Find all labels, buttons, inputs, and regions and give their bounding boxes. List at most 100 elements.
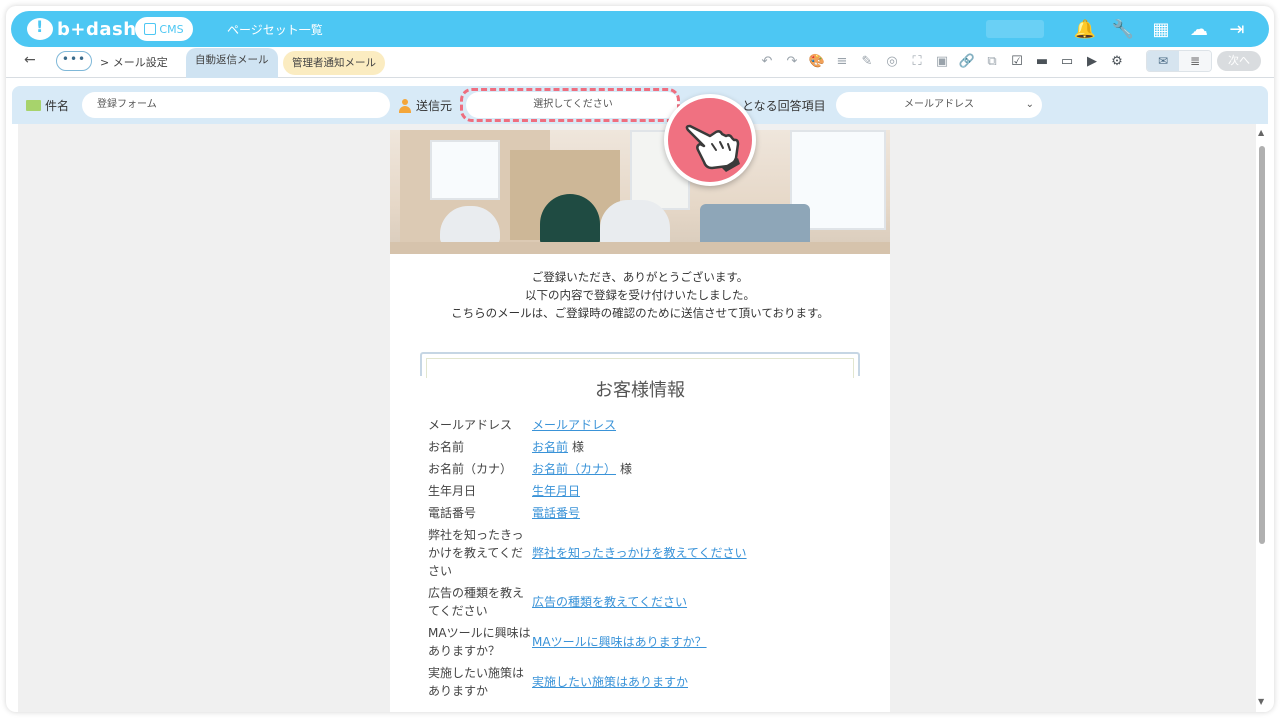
- more-breadcrumb-button[interactable]: •••: [56, 51, 92, 71]
- customer-info-title: お客様情報: [595, 380, 685, 401]
- palette-icon[interactable]: 🎨: [808, 52, 826, 70]
- info-value-link[interactable]: お名前（カナ）: [532, 460, 616, 478]
- logo-bubble-icon: [27, 17, 53, 40]
- play-icon[interactable]: ▶: [1083, 52, 1101, 70]
- info-value-link[interactable]: メールアドレス: [532, 416, 616, 434]
- scroll-up-icon[interactable]: ▲: [1258, 128, 1264, 137]
- hand-cursor-svg: [685, 124, 740, 172]
- info-value-link[interactable]: 広告の種類を教えてください: [532, 593, 687, 611]
- info-row: お名前 お名前 様: [428, 438, 868, 456]
- subject-label-text: 件名: [45, 99, 70, 113]
- text-view-icon[interactable]: ≣: [1179, 51, 1211, 71]
- greeting-line: ご登録いただき、ありがとうございます。: [531, 270, 749, 284]
- customer-info-list: メールアドレス メールアドレス お名前 お名前 様 お名前（カナ） お名前（カナ…: [428, 416, 868, 704]
- target-field-label: となる回答項目: [742, 99, 826, 113]
- info-key: 広告の種類を教えてください: [428, 586, 525, 618]
- info-key: 生年月日: [428, 484, 477, 498]
- page-set-link[interactable]: ページセット一覧: [227, 21, 323, 38]
- info-value-link[interactable]: お名前: [532, 438, 568, 456]
- info-row: 実施したい施策はありますか 実施したい施策はありますか: [428, 664, 868, 700]
- info-row: お名前（カナ） お名前（カナ） 様: [428, 460, 868, 478]
- subject-input[interactable]: 登録フォーム: [82, 92, 390, 118]
- align-icon[interactable]: ≡: [833, 52, 851, 70]
- info-key: お名前: [428, 440, 465, 454]
- target-icon[interactable]: ◎: [883, 52, 901, 70]
- honorific: 様: [572, 440, 585, 454]
- vertical-scrollbar[interactable]: ▲ ▼: [1256, 124, 1268, 712]
- chevron-down-icon: ⌄: [1025, 99, 1034, 110]
- mail-view-icon[interactable]: ✉: [1147, 51, 1179, 71]
- top-bar: b+dash CMS ページセット一覧 🔔 🔧 ▦ ☁ ⇥: [11, 11, 1269, 47]
- wrench-icon[interactable]: 🔧: [1111, 17, 1135, 41]
- greeting-line: 以下の内容で登録を受け付けいたしました。: [525, 288, 755, 302]
- info-row: 生年月日 生年月日: [428, 482, 868, 500]
- info-key: 電話番号: [428, 506, 477, 520]
- sender-label: 送信元: [398, 97, 452, 114]
- edit-icon: [144, 23, 157, 35]
- target-field-select[interactable]: メールアドレス ⌄: [836, 92, 1042, 118]
- redo-icon[interactable]: ↷: [783, 52, 801, 70]
- link-icon[interactable]: 🔗: [958, 52, 976, 70]
- info-value-link[interactable]: 実施したい施策はありますか: [532, 673, 688, 691]
- target-field-value: メールアドレス: [904, 99, 974, 110]
- divider-icon[interactable]: ▬: [1033, 52, 1051, 70]
- window-icon[interactable]: ▭: [1058, 52, 1076, 70]
- person-icon: [398, 98, 412, 113]
- cloud-icon[interactable]: ☁: [1187, 17, 1211, 41]
- info-key: 弊社を知ったきっかけを教えてください: [428, 528, 524, 578]
- mail-preview-area: ご登録いただき、ありがとうございます。 以下の内容で登録を受け付けいたしました。…: [18, 124, 1256, 712]
- info-key: 実施したい施策はありますか: [428, 666, 525, 698]
- info-row: メールアドレス メールアドレス: [428, 416, 868, 434]
- copy-image-icon[interactable]: ⧉: [983, 52, 1001, 70]
- info-row: 電話番号 電話番号: [428, 504, 868, 522]
- honorific: 様: [620, 462, 633, 476]
- scroll-down-icon[interactable]: ▼: [1258, 697, 1264, 706]
- back-arrow-icon[interactable]: ←: [24, 52, 36, 68]
- undo-icon[interactable]: ↶: [758, 52, 776, 70]
- pointer-hand-icon: [664, 94, 756, 186]
- gear-icon[interactable]: ⚙: [1108, 52, 1126, 70]
- hero-image: [390, 130, 890, 254]
- tab-auto-reply-mail[interactable]: 自動返信メール: [186, 48, 278, 78]
- image-icon[interactable]: ▣: [933, 52, 951, 70]
- greeting-line: こちらのメールは、ご登録時の確認のために送信させて頂いております。: [451, 306, 829, 320]
- info-value-link[interactable]: 電話番号: [532, 504, 580, 522]
- sender-label-text: 送信元: [416, 99, 453, 113]
- sender-highlight-outline: [460, 88, 680, 122]
- editor-toolbar: ↶ ↷ 🎨 ≡ ✎ ◎ ⛶ ▣ 🔗 ⧉ ☑ ▬ ▭ ▶ ⚙: [758, 52, 1126, 70]
- pen-icon[interactable]: ✎: [858, 52, 876, 70]
- info-row: MAツールに興味はありますか？ MAツールに興味はありますか？: [428, 624, 868, 660]
- info-box-frame: [420, 352, 860, 378]
- next-button[interactable]: 次へ: [1217, 51, 1261, 71]
- info-key: お名前（カナ）: [428, 462, 513, 476]
- tab-admin-notify-mail[interactable]: 管理者通知メール: [283, 51, 385, 75]
- info-row: 広告の種類を教えてください 広告の種類を教えてください: [428, 584, 868, 620]
- cms-badge[interactable]: CMS: [135, 17, 193, 41]
- breadcrumb-current: > メール設定: [100, 56, 168, 69]
- info-value-link[interactable]: MAツールに興味はありますか？: [532, 633, 707, 651]
- subject-label: 件名: [26, 97, 69, 114]
- sub-bar: ← ••• > メール設定 自動返信メール 管理者通知メール ↶ ↷ 🎨 ≡ ✎…: [6, 48, 1274, 78]
- app-window: b+dash CMS ページセット一覧 🔔 🔧 ▦ ☁ ⇥ ← ••• > メー…: [6, 6, 1274, 712]
- grid-icon[interactable]: ▦: [1149, 17, 1173, 41]
- mail-settings-bar: 件名 登録フォーム 送信元 選択してください となる回答項目 メールアドレス ⌄: [12, 86, 1268, 124]
- mail-body: ご登録いただき、ありがとうございます。 以下の内容で登録を受け付けいたしました。…: [390, 130, 890, 712]
- bdash-logo[interactable]: b+dash: [27, 16, 137, 42]
- cms-label: CMS: [159, 22, 184, 36]
- info-row: 弊社を知ったきっかけを教えてください 弊社を知ったきっかけを教えてください: [428, 526, 868, 580]
- logo-text: b+dash: [57, 18, 137, 40]
- info-key: MAツールに興味はありますか？: [428, 626, 531, 658]
- fullscreen-icon[interactable]: ⛶: [908, 52, 926, 70]
- info-value-link[interactable]: 生年月日: [532, 482, 580, 500]
- green-chair: [540, 194, 600, 246]
- greeting-text: ご登録いただき、ありがとうございます。 以下の内容で登録を受け付けいたしました。…: [390, 268, 890, 322]
- checkbox-icon[interactable]: ☑: [1008, 52, 1026, 70]
- info-value-link[interactable]: 弊社を知ったきっかけを教えてください: [532, 544, 747, 562]
- info-key: メールアドレス: [428, 418, 513, 432]
- bell-icon[interactable]: 🔔: [1073, 17, 1097, 41]
- mail-icon: [26, 100, 41, 111]
- scroll-thumb[interactable]: [1259, 146, 1265, 544]
- account-name-blurred: [986, 20, 1044, 38]
- view-toggle: ✉ ≣: [1146, 50, 1212, 72]
- logout-icon[interactable]: ⇥: [1225, 17, 1249, 41]
